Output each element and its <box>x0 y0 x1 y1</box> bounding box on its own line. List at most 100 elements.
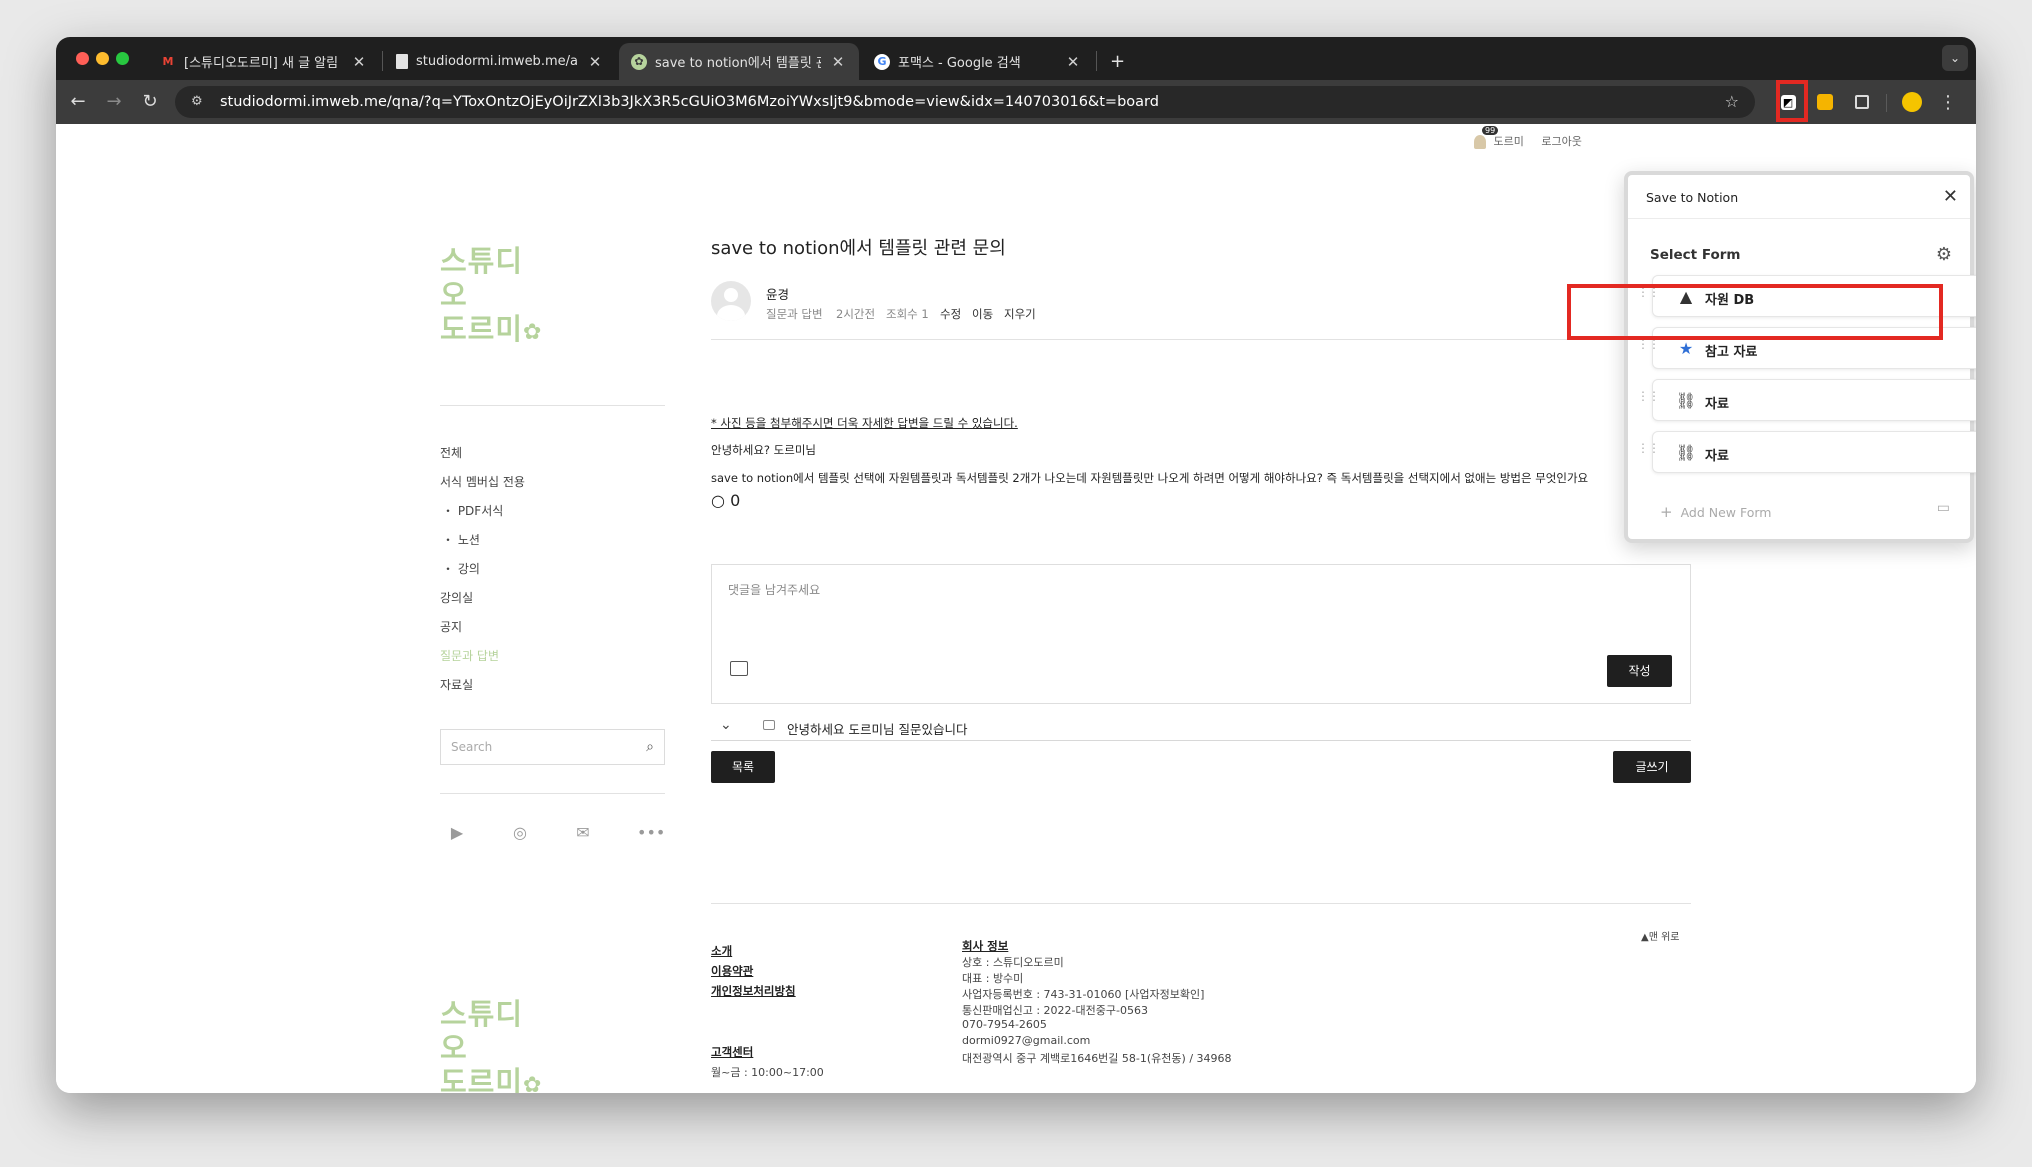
extensions-menu-button[interactable] <box>1850 90 1874 114</box>
edit-link[interactable]: 수정 <box>940 306 961 322</box>
sidebar-item-notion[interactable]: ・ 노션 <box>442 531 480 548</box>
tab-divider <box>382 51 383 71</box>
drag-handle-icon[interactable]: ⋮⋮ <box>1637 390 1660 402</box>
browser-menu-button[interactable]: ⋮ <box>1936 90 1960 114</box>
puzzle-icon <box>1855 95 1869 109</box>
profile-button[interactable] <box>1900 90 1924 114</box>
sidebar-divider <box>440 405 665 406</box>
sidebar-item-pdf[interactable]: ・ PDF서식 <box>442 502 503 519</box>
tab-active-post[interactable]: ✿ save to notion에서 템플릿 관련 문의 ✕ <box>619 43 859 80</box>
minimize-window-button[interactable] <box>96 52 109 65</box>
close-window-button[interactable] <box>76 52 89 65</box>
site-info-icon[interactable]: ⚙ <box>191 86 203 118</box>
footer-address: 대전광역시 중구 계백로1646번길 58-1(유천동) / 34968 <box>962 1052 1232 1065</box>
tab-divider <box>1096 51 1097 71</box>
mail-icon[interactable]: ✉ <box>572 822 594 844</box>
new-tab-button[interactable]: + <box>1102 43 1136 80</box>
reload-button[interactable]: ↻ <box>138 90 162 114</box>
form-label: 참고 자료 <box>1705 345 1758 360</box>
comment-count: ○ 0 <box>711 491 741 510</box>
link-icon: ⛓ <box>1675 390 1697 410</box>
sidebar-item-notice[interactable]: 공지 <box>440 618 462 635</box>
sidebar-item-lecture[interactable]: ・ 강의 <box>442 560 480 577</box>
close-icon[interactable]: ✕ <box>1064 53 1082 71</box>
maximize-window-button[interactable] <box>116 52 129 65</box>
bookmark-star-icon[interactable]: ☆ <box>1725 86 1739 118</box>
drag-handle-icon[interactable]: ⋮⋮ <box>1637 338 1660 350</box>
logo-line-2: 도르미✿ <box>440 312 543 346</box>
plus-icon: + <box>1660 503 1673 521</box>
move-link[interactable]: 이동 <box>972 306 993 322</box>
star-icon: ★ <box>1678 338 1694 358</box>
search-icon[interactable]: ⌕ <box>646 730 654 764</box>
close-icon[interactable]: ✕ <box>1943 186 1958 207</box>
footer-ecommerce-number: 통신판매업신고 : 2022-대전중구-0563 <box>962 1004 1148 1017</box>
comment-placeholder: 댓글을 남겨주세요 <box>728 583 821 597</box>
tab-gmail[interactable]: M [스튜디오도르미] 새 글 알림 - 문의 ✕ <box>148 43 380 80</box>
sidebar-search-input[interactable]: Search ⌕ <box>440 729 665 765</box>
footer-privacy-link[interactable]: 개인정보처리방침 <box>711 983 796 999</box>
footer-email: dormi0927@gmail.com <box>962 1034 1091 1047</box>
user-name[interactable]: 도르미 <box>1494 135 1524 148</box>
sidebar-item-all[interactable]: 전체 <box>440 444 462 461</box>
forward-button[interactable]: → <box>102 90 126 114</box>
comment-editor[interactable]: 댓글을 남겨주세요 작성 <box>711 564 1691 704</box>
write-button[interactable]: 글쓰기 <box>1613 751 1691 783</box>
post-author: 윤경 <box>766 287 790 302</box>
sidebar-divider <box>440 793 665 794</box>
logo-flower-icon: ✿ <box>523 1073 543 1093</box>
comment-submit-button[interactable]: 작성 <box>1607 655 1672 687</box>
popup-header: Save to Notion ✕ <box>1628 175 1970 219</box>
sidebar-item-membership[interactable]: 서식 멤버십 전용 <box>440 473 525 490</box>
footer-cs-title: 고객센터 <box>711 1045 754 1059</box>
tab-title: save to notion에서 템플릿 관련 문의 <box>655 56 821 71</box>
post-title: save to notion에서 템플릿 관련 문의 <box>711 238 1006 259</box>
list-button[interactable]: 목록 <box>711 751 775 783</box>
expand-chevron-icon[interactable]: ⌄ <box>720 717 732 733</box>
related-post-link[interactable]: 안녕하세요 도르미님 질문있습니다 <box>787 719 967 738</box>
logo-line-1: 스튜디오 <box>440 997 524 1065</box>
top-utility: 99 도르미 로그아웃 <box>1474 126 1582 149</box>
footer-company-title: 회사 정보 <box>962 939 1009 953</box>
post-body: save to notion에서 템플릿 선택에 자원템플릿과 독서템플릿 2개… <box>711 471 1589 485</box>
save-to-notion-popup: Save to Notion ✕ Select Form ⚙ ⋮⋮ ▲ 자원 D… <box>1624 171 1976 543</box>
author-avatar <box>711 281 751 321</box>
folder-add-icon[interactable]: ▭ <box>1937 500 1950 516</box>
address-bar[interactable]: ⚙ studiodormi.imweb.me/qna/?q=YToxOntzOj… <box>175 86 1755 118</box>
search-placeholder: Search <box>451 740 493 754</box>
footer-ceo: 대표 : 방수미 <box>962 972 1024 985</box>
delete-link[interactable]: 지우기 <box>1004 306 1036 322</box>
post-category[interactable]: 질문과 답변 <box>766 306 823 322</box>
tab-search-button[interactable]: ⌄ <box>1942 45 1968 71</box>
sidebar-item-resources[interactable]: 자료실 <box>440 676 473 693</box>
tab-google-search[interactable]: G 포맥스 - Google 검색 ✕ <box>862 43 1094 80</box>
drag-handle-icon[interactable]: ⋮⋮ <box>1637 442 1660 454</box>
instagram-icon[interactable]: ◎ <box>509 822 531 844</box>
more-icon[interactable]: ••• <box>637 822 665 844</box>
form-item-material-1[interactable]: ⋮⋮ ⛓ 자료 › <box>1637 379 1976 421</box>
gear-icon[interactable]: ⚙ <box>1936 244 1952 265</box>
sidebar-item-qna[interactable]: 질문과 답변 <box>440 647 499 664</box>
sidebar-item-classroom[interactable]: 강의실 <box>440 589 473 606</box>
post-notice: * 사진 등을 첨부해주시면 더욱 자세한 답변을 드릴 수 있습니다. <box>711 416 1018 430</box>
footer-cs-hours: 월~금 : 10:00~17:00 <box>711 1066 824 1079</box>
close-icon[interactable]: ✕ <box>350 53 368 71</box>
extension-yellow-button[interactable] <box>1813 90 1837 114</box>
logout-link[interactable]: 로그아웃 <box>1541 135 1581 148</box>
back-button[interactable]: ← <box>66 90 90 114</box>
to-top-link[interactable]: ▲맨 위로 <box>1641 928 1679 943</box>
tab-admin[interactable]: studiodormi.imweb.me/admin ✕ <box>384 43 616 80</box>
youtube-icon[interactable]: ▶ <box>446 822 468 844</box>
image-upload-icon[interactable] <box>730 661 748 676</box>
footer-terms-link[interactable]: 이용약관 <box>711 963 753 979</box>
footer-business-number[interactable]: 사업자등록번호 : 743-31-01060 [사업자정보확인] <box>962 986 1204 1002</box>
add-new-form-button[interactable]: + Add New Form <box>1660 503 1771 521</box>
footer-divider <box>711 903 1691 904</box>
tab-title: studiodormi.imweb.me/admin <box>416 54 578 69</box>
form-item-material-2[interactable]: ⋮⋮ ⛓ 자료 › <box>1637 431 1976 473</box>
close-icon[interactable]: ✕ <box>829 53 847 71</box>
footer-about-link[interactable]: 소개 <box>711 943 732 959</box>
close-icon[interactable]: ✕ <box>586 53 604 71</box>
logo-flower-icon: ✿ <box>523 320 543 345</box>
site-logo[interactable]: 스튜디오 도르미✿ <box>440 244 550 350</box>
